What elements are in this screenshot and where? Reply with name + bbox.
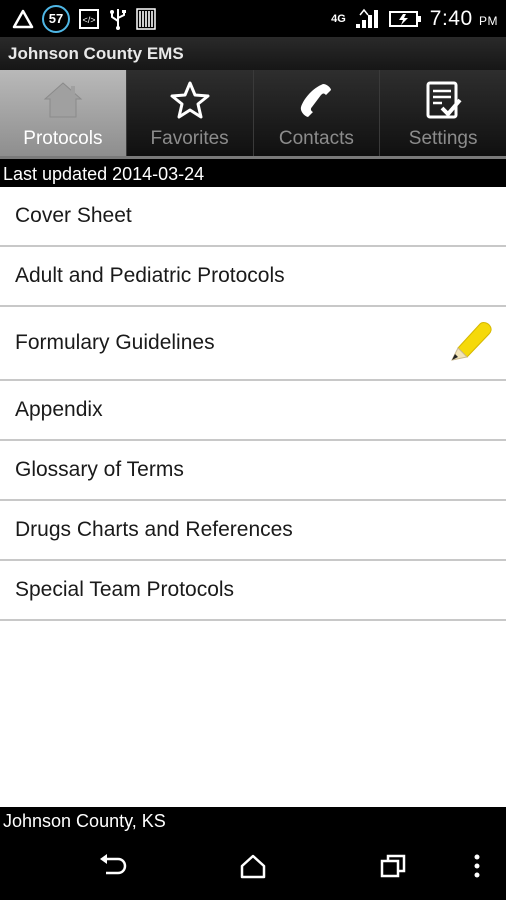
tab-bar: Protocols Favorites Contacts Settings bbox=[0, 70, 506, 159]
battery-icon bbox=[388, 10, 422, 28]
status-bar: 57 </> 4G 7:40 PM bbox=[0, 0, 506, 37]
list-item-label: Drugs Charts and References bbox=[15, 518, 293, 541]
pencil-icon bbox=[448, 318, 494, 368]
notification-count-badge: 57 bbox=[42, 4, 70, 33]
tab-label: Favorites bbox=[150, 128, 229, 149]
home-icon bbox=[42, 78, 84, 122]
back-button[interactable] bbox=[83, 837, 143, 900]
list-item-label: Formulary Guidelines bbox=[15, 331, 215, 354]
barcode-icon bbox=[136, 7, 156, 30]
list-item-label: Adult and Pediatric Protocols bbox=[15, 264, 285, 287]
star-icon bbox=[169, 78, 211, 122]
usb-icon bbox=[108, 7, 128, 31]
signal-icon bbox=[354, 8, 380, 30]
list-item-glossary-of-terms[interactable]: Glossary of Terms bbox=[0, 441, 506, 501]
clock: 7:40 PM bbox=[429, 6, 498, 30]
list-item-label: Appendix bbox=[15, 398, 103, 421]
tab-label: Protocols bbox=[23, 128, 103, 149]
list-item-cover-sheet[interactable]: Cover Sheet bbox=[0, 187, 506, 247]
overflow-menu-icon bbox=[473, 853, 481, 884]
list-item-formulary-guidelines[interactable]: Formulary Guidelines bbox=[0, 307, 506, 381]
tab-settings[interactable]: Settings bbox=[380, 70, 506, 156]
footer-location-label: Johnson County, KS bbox=[0, 807, 506, 837]
tab-contacts[interactable]: Contacts bbox=[253, 70, 381, 156]
back-icon bbox=[98, 854, 128, 883]
app-title: Johnson County EMS bbox=[0, 37, 506, 70]
recent-apps-icon bbox=[379, 853, 407, 884]
warning-icon bbox=[12, 9, 34, 29]
protocol-list: Cover Sheet Adult and Pediatric Protocol… bbox=[0, 187, 506, 621]
menu-button[interactable] bbox=[448, 837, 506, 900]
last-updated-text: Last updated 2014-03-24 bbox=[0, 159, 506, 187]
recent-apps-button[interactable] bbox=[363, 837, 423, 900]
list-item-label: Special Team Protocols bbox=[15, 578, 235, 601]
phone-icon bbox=[295, 78, 337, 122]
list-item-label: Glossary of Terms bbox=[15, 458, 184, 481]
tab-label: Contacts bbox=[278, 128, 354, 149]
code-icon: </> bbox=[78, 8, 100, 30]
tab-label: Settings bbox=[408, 128, 478, 149]
system-nav-bar bbox=[0, 837, 506, 900]
home-button[interactable] bbox=[223, 837, 283, 900]
home-outline-icon bbox=[239, 853, 267, 884]
tab-protocols[interactable]: Protocols bbox=[0, 70, 127, 156]
checklist-icon bbox=[422, 78, 464, 122]
list-item-label: Cover Sheet bbox=[15, 204, 132, 227]
list-item-special-team-protocols[interactable]: Special Team Protocols bbox=[0, 561, 506, 621]
list-item-drugs-charts-references[interactable]: Drugs Charts and References bbox=[0, 501, 506, 561]
list-item-adult-pediatric-protocols[interactable]: Adult and Pediatric Protocols bbox=[0, 247, 506, 307]
svg-text:</>: </> bbox=[82, 15, 95, 25]
network-type-label: 4G bbox=[331, 12, 346, 25]
tab-favorites[interactable]: Favorites bbox=[126, 70, 254, 156]
list-item-appendix[interactable]: Appendix bbox=[0, 381, 506, 441]
